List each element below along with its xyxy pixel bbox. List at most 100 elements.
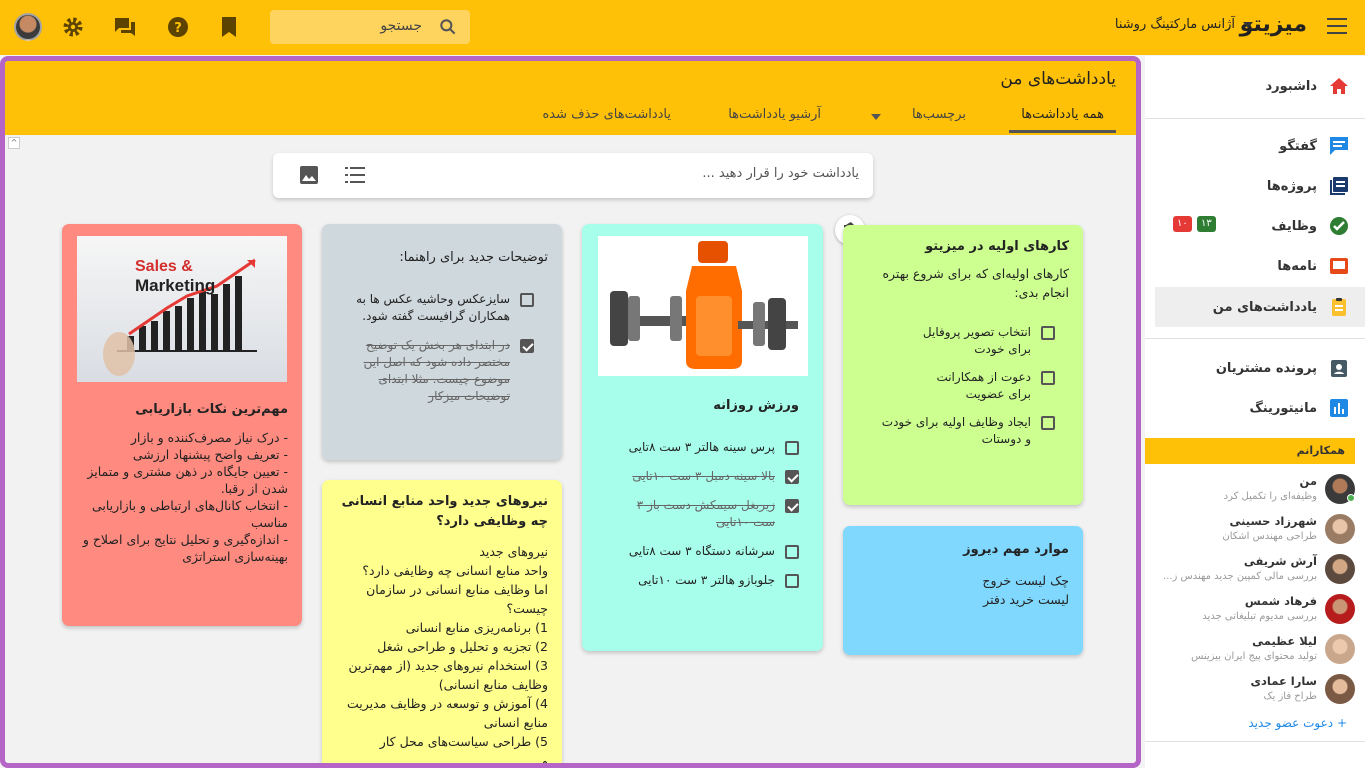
image-icon[interactable] bbox=[299, 165, 319, 185]
note-line: 5) طراحی سیاست‌های محل کار bbox=[379, 734, 548, 749]
sidebar-item-label: گفتگو bbox=[1279, 138, 1317, 154]
colleagues-header: همکارانم bbox=[1145, 438, 1355, 464]
note-title: ورزش روزانه bbox=[713, 398, 799, 413]
note-card-guide[interactable]: توضیحات جدید برای راهنما: سایزعکس وحاشیه… bbox=[322, 224, 562, 460]
checklist-item[interactable]: در ابتدای هر بخش یک توضیح مختصر داده شود… bbox=[336, 337, 548, 405]
avatar bbox=[1325, 514, 1355, 544]
note-line: 2) تجزیه و تحلیل و طراحی شغل bbox=[377, 639, 548, 654]
sidebar-item-tasks[interactable]: ۱۰ ۱۳ وظایف bbox=[1155, 206, 1365, 246]
note-composer[interactable]: یادداشت خود را قرار دهید ... bbox=[273, 153, 873, 198]
chevron-down-icon[interactable] bbox=[871, 114, 881, 120]
note-line: چک لیست خروج bbox=[982, 573, 1069, 588]
sidebar-item-label: مانیتورینگ bbox=[1249, 400, 1317, 416]
member-item[interactable]: سارا عمادی طراح فاز یک bbox=[1155, 670, 1355, 708]
checkbox-checked[interactable] bbox=[785, 499, 799, 513]
checkbox-checked[interactable] bbox=[785, 470, 799, 484]
note-card-marketing[interactable]: Sales & Marketing مهم‌ترین نکات بازاریاب… bbox=[62, 224, 302, 626]
member-name: شهرزاد حسینی bbox=[1229, 514, 1317, 528]
gear-icon[interactable] bbox=[62, 16, 84, 38]
note-line: 4) آموزش و توسعه در وظایف مدیریت منابع ا… bbox=[347, 696, 548, 730]
sidebar-item-projects[interactable]: پروژه‌ها bbox=[1155, 166, 1365, 206]
help-icon[interactable]: ? bbox=[167, 16, 189, 38]
sidebar-item-chat[interactable]: گفتگو bbox=[1155, 126, 1365, 166]
sidebar-item-letters[interactable]: نامه‌ها bbox=[1155, 246, 1365, 286]
checklist-item[interactable]: بالا سینه دمبل ۳ ست ۱۰تایی bbox=[596, 468, 799, 485]
member-name: سارا عمادی bbox=[1250, 674, 1317, 688]
organization-selector[interactable]: آژانس مارکتینگ روشنا bbox=[1115, 17, 1235, 32]
note-card-workout[interactable]: ورزش روزانه پرس سینه هالتر ۳ ست ۸تایی با… bbox=[582, 224, 823, 651]
member-item[interactable]: فرهاد شمس بررسی مدیوم تبلیغاتی جدید bbox=[1155, 590, 1355, 628]
check-circle-icon bbox=[1330, 217, 1348, 235]
checkbox[interactable] bbox=[1041, 371, 1055, 385]
checkbox-checked[interactable] bbox=[520, 339, 534, 353]
note-line: 3) استخدام نیروهای جدید (از مهم‌ترین وظا… bbox=[348, 658, 549, 692]
tab-archive[interactable]: آرشیو یادداشت‌ها bbox=[728, 107, 821, 130]
search-input[interactable]: جستجو bbox=[270, 10, 470, 44]
online-status-icon bbox=[1347, 494, 1355, 502]
checklist-item-label: ایجاد وظایف اولیه برای خودت و دوستات bbox=[881, 415, 1031, 446]
chat-icon[interactable] bbox=[114, 16, 136, 38]
checklist-item[interactable]: دعوت از همکارانت برای عضویت bbox=[857, 369, 1069, 403]
checkbox[interactable] bbox=[785, 545, 799, 559]
checklist-item[interactable]: انتخاب تصویر پروفایل برای خودت bbox=[857, 324, 1069, 358]
member-item[interactable]: شهرزاد حسینی طراحی مهندس اشکان bbox=[1155, 510, 1355, 548]
note-card-hr[interactable]: نیروهای جدید واحد منابع انسانی چه وظایفی… bbox=[322, 480, 562, 763]
checklist-item-label: سرشانه دستگاه ۳ ست ۸تایی bbox=[628, 544, 775, 558]
checklist-item[interactable]: سرشانه دستگاه ۳ ست ۸تایی bbox=[596, 543, 799, 560]
checklist-item-label: زیربغل سیمکش دست باز ۳ ست ۱۰تایی bbox=[636, 498, 775, 529]
member-name: فرهاد شمس bbox=[1244, 594, 1317, 608]
checklist-item[interactable]: جلوبازو هالتر ۳ ست ۱۰تایی bbox=[596, 572, 799, 589]
divider bbox=[1145, 338, 1365, 339]
member-item[interactable]: لیلا عظیمی تولید محتوای پیج ایران بیزینس bbox=[1155, 630, 1355, 668]
checkbox[interactable] bbox=[1041, 416, 1055, 430]
checkbox[interactable] bbox=[1041, 326, 1055, 340]
contact-icon bbox=[1331, 360, 1347, 377]
search-icon[interactable] bbox=[438, 17, 458, 37]
menu-icon[interactable] bbox=[1327, 18, 1347, 34]
sidebar: داشبورد گفتگو پروژه‌ها ۱۰ ۱۳ وظایف نامه‌… bbox=[1145, 56, 1365, 768]
member-activity: بررسی مدیوم تبلیغاتی جدید bbox=[1202, 611, 1317, 622]
checklist-item-label: انتخاب تصویر پروفایل برای خودت bbox=[922, 325, 1031, 356]
checklist-item[interactable]: سایزعکس وحاشیه عکس ها به همکاران گرافیست… bbox=[336, 291, 548, 325]
note-title: کارهای اولیه در میزیتو bbox=[925, 239, 1069, 254]
note-card-yesterday[interactable]: موارد مهم دیروز چک لیست خروج لیست خرید د… bbox=[843, 526, 1083, 655]
checklist-item[interactable]: پرس سینه هالتر ۳ ست ۸تایی bbox=[596, 439, 799, 456]
avatar bbox=[1325, 634, 1355, 664]
tab-all-notes[interactable]: همه یادداشت‌ها bbox=[1009, 107, 1116, 133]
avatar bbox=[1325, 594, 1355, 624]
checkbox[interactable] bbox=[785, 574, 799, 588]
image-caption: Marketing bbox=[135, 276, 216, 295]
bookmark-icon[interactable] bbox=[220, 16, 238, 38]
sidebar-item-label: پرونده مشتریان bbox=[1215, 360, 1317, 376]
user-avatar[interactable] bbox=[14, 13, 42, 41]
tab-deleted[interactable]: یادداشت‌های حذف شده bbox=[542, 107, 671, 130]
note-text: کارهای اولیه‌ای که برای شروع بهتره انجام… bbox=[882, 266, 1069, 300]
member-activity: وظیفه‌ای را تکمیل کرد bbox=[1223, 491, 1317, 502]
checklist-item-label: جلوبازو هالتر ۳ ست ۱۰تایی bbox=[638, 573, 775, 587]
note-line: لیست خرید دفتر bbox=[983, 592, 1069, 607]
note-card-first-tasks[interactable]: کارهای اولیه در میزیتو کارهای اولیه‌ای ک… bbox=[843, 225, 1083, 505]
member-item[interactable]: آرش شریفی بررسی مالی کمپین جدید مهندس ز.… bbox=[1155, 550, 1355, 588]
note-line: - تعیین جایگاه در ذهن مشتری و متمایز شدن… bbox=[87, 464, 288, 496]
tab-labels[interactable]: برچسب‌ها bbox=[912, 107, 966, 130]
checkbox[interactable] bbox=[520, 293, 534, 307]
invite-member-button[interactable]: + دعوت عضو جدید bbox=[1248, 716, 1347, 730]
avatar bbox=[1325, 674, 1355, 704]
sidebar-item-monitoring[interactable]: مانیتورینگ bbox=[1155, 388, 1365, 428]
checklist-icon[interactable] bbox=[345, 166, 365, 184]
sidebar-item-label: یادداشت‌های من bbox=[1212, 299, 1317, 315]
checklist-item-label: دعوت از همکارانت برای عضویت bbox=[936, 370, 1031, 401]
member-item[interactable]: من وظیفه‌ای را تکمیل کرد bbox=[1155, 470, 1355, 508]
sidebar-item-customers[interactable]: پرونده مشتریان bbox=[1155, 348, 1365, 388]
checkbox[interactable] bbox=[785, 441, 799, 455]
checklist-item[interactable]: ایجاد وظایف اولیه برای خودت و دوستات bbox=[857, 414, 1069, 448]
scroll-up-button[interactable]: ^ bbox=[8, 137, 20, 149]
checklist-item[interactable]: زیربغل سیمکش دست باز ۳ ست ۱۰تایی bbox=[596, 497, 799, 531]
note-title: توضیحات جدید برای راهنما: bbox=[399, 250, 548, 265]
chart-icon bbox=[1330, 399, 1348, 417]
chevron-down-icon[interactable] bbox=[1243, 22, 1253, 28]
sidebar-item-my-notes[interactable]: یادداشت‌های من bbox=[1155, 287, 1365, 327]
sidebar-item-dashboard[interactable]: داشبورد bbox=[1155, 66, 1365, 106]
mail-icon bbox=[1330, 258, 1348, 274]
divider bbox=[1145, 118, 1365, 119]
